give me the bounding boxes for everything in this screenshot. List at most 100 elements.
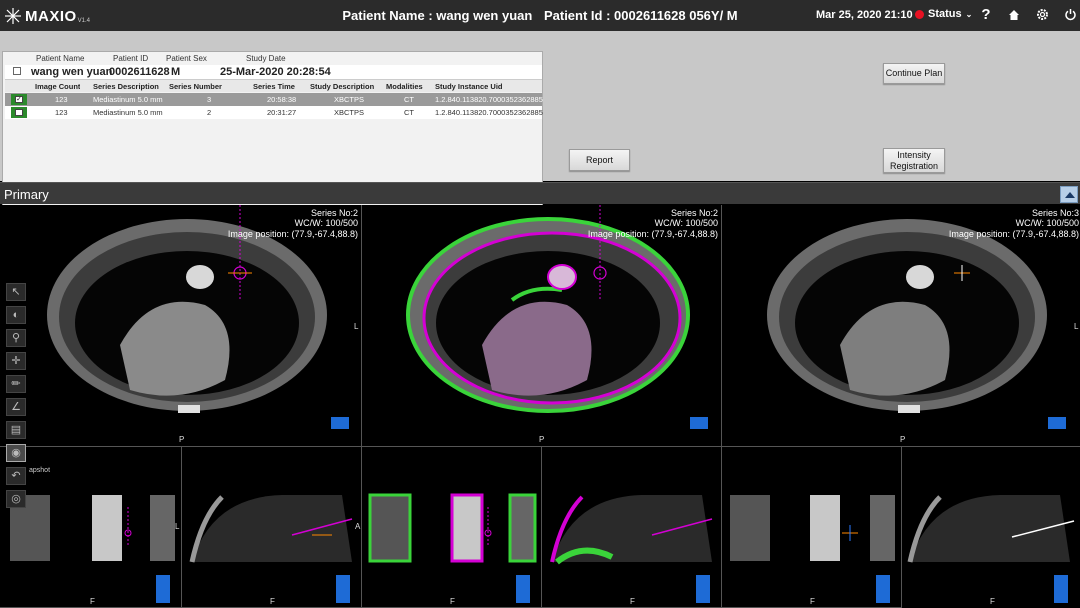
view-series-label: Series No:2 — [670, 208, 718, 218]
series-table-header: Image Count Series Description Series Nu… — [5, 80, 542, 92]
col-series-time[interactable]: Series Time — [253, 82, 295, 91]
undo-icon[interactable]: ↶ — [6, 467, 26, 485]
view-position: Image position: (77.9,-67.4,88.8) — [587, 229, 718, 239]
col-study-date[interactable]: Study Date — [246, 54, 286, 63]
axial-view-2[interactable]: Series No:2 WC/W: 100/500 Image position… — [362, 205, 722, 447]
contrast-icon[interactable]: ◐ — [6, 306, 26, 324]
col-patient-sex[interactable]: Patient Sex — [166, 54, 207, 63]
continue-plan-button[interactable]: Continue Plan — [883, 63, 945, 84]
orientation-foot: F — [810, 597, 815, 606]
report-button[interactable]: Report — [569, 149, 630, 171]
sagittal-view-3[interactable]: F — [902, 447, 1080, 608]
pointer-icon[interactable]: ↖ — [6, 283, 26, 301]
view-position: Image position: (77.9,-67.4,88.8) — [227, 229, 358, 239]
status-menu[interactable]: Status ⌄ — [915, 8, 972, 20]
annotation-icon[interactable]: ▤ — [6, 421, 26, 439]
col-patient-id[interactable]: Patient ID — [113, 54, 148, 63]
row-patient-name: wang wen yuan — [31, 66, 113, 78]
patient-study-row[interactable]: wang wen yuan 0002611628 M 25-Mar-2020 2… — [5, 65, 542, 80]
series-checkbox-checked[interactable]: ✓ — [11, 94, 27, 105]
cell-time: 20:31:27 — [267, 108, 297, 117]
row-patient-sex: M — [171, 66, 181, 78]
cell-desc: Mediastinum 5.0 mm — [93, 108, 163, 117]
cell-desc: Mediastinum 5.0 mm — [93, 95, 163, 104]
ct-coronal-image — [10, 495, 175, 603]
ct-sagittal-fusion-image — [550, 495, 713, 603]
col-study-desc[interactable]: Study Description — [310, 82, 374, 91]
ruler-icon[interactable]: ✏ — [6, 375, 26, 393]
orientation-foot: F — [90, 597, 95, 606]
col-series-number[interactable]: Series Number — [169, 82, 222, 91]
cell-study-desc: XBCTPS — [334, 95, 365, 104]
status-dot-icon — [915, 9, 924, 19]
col-patient-name[interactable]: Patient Name — [36, 54, 84, 63]
pan-icon[interactable]: ✛ — [6, 352, 26, 370]
snapshot-tooltip: apshot — [29, 467, 51, 474]
orientation-foot: F — [630, 597, 635, 606]
sagittal-view-2[interactable]: F — [542, 447, 722, 608]
zoom-icon[interactable]: ⚲ — [6, 329, 26, 347]
coronal-view-1[interactable]: L F — [0, 447, 182, 608]
col-study-uid[interactable]: Study Instance Uid — [435, 82, 503, 91]
orientation-foot: F — [990, 597, 995, 606]
series-row[interactable]: ✓ 123 Mediastinum 5.0 mm 3 20:58:38 XBCT… — [5, 93, 543, 106]
orientation-foot: F — [450, 597, 455, 606]
study-list-header: Patient Name Patient ID Patient Sex Stud… — [3, 53, 542, 65]
status-label: Status — [928, 8, 962, 20]
sagittal-view-1[interactable]: A F — [182, 447, 362, 608]
orientation-left: L — [1074, 322, 1079, 331]
series-checkbox[interactable] — [11, 107, 27, 118]
view-position: Image position: (77.9,-67.4,88.8) — [948, 229, 1079, 239]
row-patient-id: 0002611628 — [109, 66, 170, 78]
row-study-date: 25-Mar-2020 20:28:54 — [220, 66, 331, 78]
axial-view-1[interactable]: Series No:2 WC/W: 100/500 Image position… — [0, 205, 362, 447]
chevron-down-icon: ⌄ — [965, 9, 973, 19]
orientation-left: L — [175, 522, 180, 531]
col-series-desc[interactable]: Series Description — [93, 82, 159, 91]
primary-bar: Primary — [0, 182, 1080, 204]
cell-number: 2 — [207, 108, 212, 117]
cell-modality: CT — [404, 108, 414, 117]
orientation-foot: F — [270, 597, 275, 606]
patient-checkbox[interactable] — [13, 67, 21, 75]
ct-axial-image — [47, 205, 349, 429]
cell-time: 20:58:38 — [267, 95, 297, 104]
coronal-view-2[interactable]: F — [362, 447, 542, 608]
ct-sagittal-image — [907, 495, 1075, 603]
ct-coronal-image — [730, 495, 895, 603]
cell-uid: 1.2.840.113820.70003523628851 — [435, 108, 543, 117]
orientation-posterior: P — [539, 435, 545, 444]
cell-number: 3 — [207, 95, 212, 104]
orientation-anterior: A — [355, 522, 361, 531]
ct-fusion-image — [406, 205, 708, 429]
cell-count: 123 — [55, 95, 68, 104]
datetime: Mar 25, 2020 21:10 — [816, 9, 913, 21]
orientation-left: L — [354, 322, 359, 331]
axial-view-3[interactable]: Series No:3 WC/W: 100/500 Image position… — [722, 205, 1080, 447]
ct-axial-image — [767, 219, 1066, 429]
patient-id: Patient Id : 0002611628 056Y/ M — [543, 8, 738, 23]
patient-name: Patient Name : wang wen yuan — [342, 8, 533, 23]
cell-modality: CT — [404, 95, 414, 104]
orientation-posterior: P — [900, 435, 906, 444]
col-image-count[interactable]: Image Count — [35, 82, 80, 91]
view-wcww: WC/W: 100/500 — [1015, 218, 1079, 228]
camera-icon[interactable]: ◉ — [6, 444, 26, 462]
intensity-registration-button[interactable]: Intensity Registration — [883, 148, 945, 173]
angle-icon[interactable]: ∠ — [6, 398, 26, 416]
help-icon[interactable]: ? — [977, 6, 995, 24]
primary-label: Primary — [4, 187, 49, 202]
top-bar: MAXIO V1.4 Patient Name : wang wen yuan … — [0, 0, 1080, 31]
checkbox-box-icon — [15, 109, 23, 116]
coronal-view-3[interactable]: F — [722, 447, 902, 608]
checkmark-icon: ✓ — [15, 96, 23, 103]
ct-sagittal-image — [189, 495, 353, 603]
ct-coronal-fusion-image — [368, 493, 537, 603]
power-icon[interactable] — [1061, 6, 1079, 24]
series-row[interactable]: 123 Mediastinum 5.0 mm 2 20:31:27 XBCTPS… — [5, 106, 543, 119]
eye-icon[interactable]: ◎ — [6, 490, 26, 508]
collapse-up-icon[interactable] — [1060, 186, 1078, 203]
col-modalities[interactable]: Modalities — [386, 82, 423, 91]
settings-icon[interactable] — [1033, 6, 1051, 24]
home-icon[interactable] — [1005, 6, 1023, 24]
